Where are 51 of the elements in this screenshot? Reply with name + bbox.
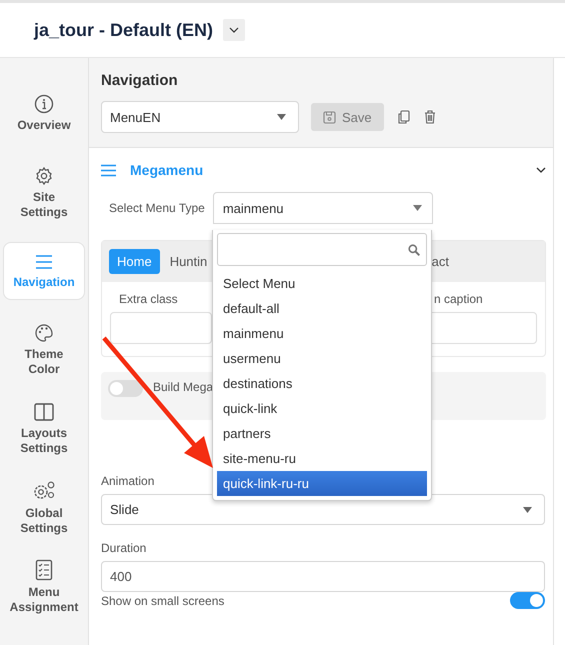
columns-icon [33,402,55,422]
gear-icon [34,166,54,186]
dropdown-option[interactable]: Select Menu [217,271,427,296]
gears-icon [32,480,56,502]
dropdown-option[interactable]: quick-link-ru-ru [217,471,427,496]
megamenu-title: Megamenu [130,162,204,178]
sidebar-item[interactable]: Theme Color [3,310,85,389]
field-label: Animation [101,474,154,488]
chevron-icon [229,27,240,33]
sidebar-item[interactable]: Global Settings [3,468,85,547]
chevron-icon[interactable] [536,167,546,173]
section-title: Navigation [101,72,179,89]
checklist-icon [35,558,53,580]
sidebar-item[interactable]: Layouts Settings [3,389,85,468]
dropdown-option[interactable]: site-menu-ru [217,446,427,471]
menu-tab[interactable]: act [432,254,449,269]
dropdown-option[interactable]: mainmenu [217,321,427,346]
sidebar-item[interactable]: Site Settings [3,153,85,232]
dropdown-option[interactable]: destinations [217,371,427,396]
dropdown-option[interactable]: usermenu [217,346,427,371]
page-title: ja_tour - Default (EN) [34,20,214,40]
menu-type-select[interactable]: mainmenu [212,192,433,224]
dropdown-option[interactable]: default-all [217,296,427,321]
caret-icon [523,506,532,512]
search-icon [408,244,420,256]
caret-icon [412,205,422,211]
field-label: Extra class [118,292,179,306]
toggle-label: Show on small screens [101,594,224,608]
sidebar-item[interactable]: Overview [3,74,85,153]
menu-icon [34,252,54,270]
field-label: n caption [433,292,484,306]
dropdown-option[interactable]: quick-link [217,396,427,421]
menu-select[interactable]: MenuEN [101,101,299,133]
toggle-switch[interactable] [510,592,545,609]
dropdown-button[interactable] [223,19,246,41]
field-label: Select Menu Type [109,201,205,215]
caret-icon [277,114,286,120]
field-label: Duration [101,541,146,555]
palette-icon [34,322,54,342]
search-field[interactable] [217,233,427,266]
sidebar-item[interactable]: Menu Assignment [3,547,85,626]
duration-input[interactable]: 400 [101,561,545,592]
menu-icon [101,164,116,176]
copy-icon[interactable] [398,110,410,124]
toggle-switch[interactable] [108,380,143,397]
trash-icon[interactable] [424,110,436,124]
dropdown-option[interactable]: partners [217,421,427,446]
toggle-label: Build Mega [153,380,214,394]
input-field[interactable] [110,312,212,344]
info-icon [34,94,54,114]
menu-tab[interactable]: Huntin [170,249,208,274]
